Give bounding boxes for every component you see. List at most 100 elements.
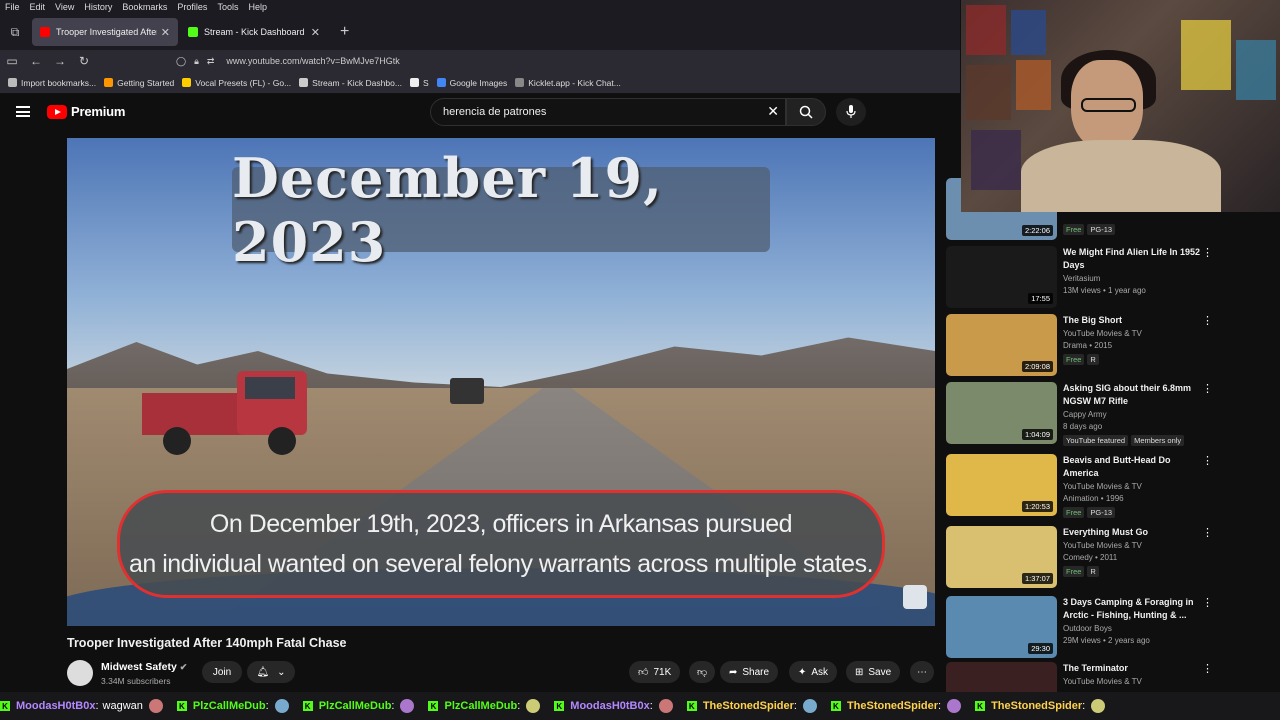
more-options-icon[interactable]: ⋮ <box>1202 314 1213 327</box>
channel-name[interactable]: Midwest Safety ✔ <box>101 661 187 673</box>
youtube-logo[interactable]: Premium <box>47 104 125 119</box>
chevron-down-icon: ⌄ <box>277 666 286 678</box>
recommendation-meta: Animation • 1996 <box>1063 494 1124 503</box>
bookmark-label: Import bookmarks... <box>21 77 97 88</box>
tab-list-icon[interactable]: ⧉ <box>2 19 28 45</box>
recommendation-title[interactable]: We Might Find Alien Life In 1952 Days <box>1063 246 1203 272</box>
more-options-icon[interactable]: ⋮ <box>1202 662 1213 675</box>
duration-badge: 1:20:53 <box>1021 501 1053 512</box>
menu-item[interactable]: Bookmarks <box>117 2 172 12</box>
recommendation-item[interactable]: 1:04:09 Asking SIG about their 6.8mm NGSW… <box>946 382 1226 446</box>
more-options-icon[interactable]: ⋮ <box>1202 526 1213 539</box>
recommendation-item[interactable]: 2:09:08 The Big Short YouTube Movies & TV D… <box>946 314 1226 378</box>
new-tab-icon[interactable]: + <box>330 23 359 41</box>
recommendation-item[interactable]: 29:30 3 Days Camping & Foraging in Arctic… <box>946 596 1226 660</box>
recommendation-channel[interactable]: Outdoor Boys <box>1063 624 1112 633</box>
bookmark-icon <box>182 78 192 87</box>
tab-youtube[interactable]: Trooper Investigated After 140mph ✕ <box>32 18 178 46</box>
bookmark-item[interactable]: Vocal Presets (FL) - Go... <box>182 78 291 88</box>
like-button[interactable]: 👍︎ 71K <box>629 661 681 683</box>
menu-item[interactable]: Help <box>243 2 272 12</box>
recommendation-channel[interactable]: Cappy Army <box>1063 410 1107 419</box>
tab-kick[interactable]: Stream - Kick Dashboard ✕ <box>180 18 328 46</box>
video-thumbnail[interactable]: 2:09:08 <box>946 314 1057 376</box>
bookmark-icon <box>8 78 17 87</box>
video-player[interactable]: December 19, 2023 On December 19th, 2023… <box>67 138 935 626</box>
menu-item[interactable]: View <box>50 2 79 12</box>
tab-close-icon[interactable]: ✕ <box>311 26 320 39</box>
video-thumbnail[interactable]: 1:20:53 <box>946 454 1057 516</box>
recommendation-item[interactable]: 1:20:53 Beavis and Butt-Head Do America Yo… <box>946 454 1226 518</box>
chat-separator: : <box>517 700 521 712</box>
recommendation-title[interactable]: The Terminator <box>1063 662 1203 675</box>
more-options-icon[interactable]: ⋮ <box>1202 382 1213 395</box>
recommendation-item[interactable]: 17:55 We Might Find Alien Life In 1952 Da… <box>946 246 1226 310</box>
shield-icon: ◯ <box>176 55 187 66</box>
reload-icon[interactable]: ↻ <box>72 54 96 68</box>
emote-icon <box>947 699 962 713</box>
join-button[interactable]: Join <box>202 661 242 683</box>
chat-username: TheStonedSpider <box>846 700 938 712</box>
share-button[interactable]: ➦ Share <box>720 661 779 683</box>
recommendation-title[interactable]: Beavis and Butt-Head Do America <box>1063 454 1203 480</box>
recommendation-channel[interactable]: YouTube Movies & TV <box>1063 482 1142 491</box>
sidebar-toggle-icon[interactable]: ▭ <box>0 54 24 68</box>
menu-item[interactable]: History <box>79 2 117 12</box>
duration-badge: 29:30 <box>1028 643 1053 654</box>
recommendation-title[interactable]: Everything Must Go <box>1063 526 1203 539</box>
bookmark-item[interactable]: S <box>409 78 429 88</box>
bookmark-item[interactable]: Kicklet.app - Kick Chat... <box>515 78 621 88</box>
bookmark-item[interactable]: Stream - Kick Dashbo... <box>299 78 402 88</box>
more-actions-button[interactable]: ⋯ <box>910 661 934 683</box>
emote-icon <box>658 699 673 713</box>
recommendation-channel[interactable]: YouTube Movies & TV <box>1063 541 1142 550</box>
forward-icon[interactable]: → <box>48 54 72 68</box>
tab-title: Stream - Kick Dashboard <box>204 27 305 37</box>
video-thumbnail[interactable]: 1:37:07 <box>946 526 1057 588</box>
kick-badge-icon: K <box>830 701 841 711</box>
bookmark-item[interactable]: Google Images <box>436 78 507 88</box>
chat-message: K PlzCallMeDub : <box>302 699 415 713</box>
channel-avatar[interactable] <box>67 660 93 686</box>
clear-search-icon[interactable]: ✕ <box>767 103 779 120</box>
back-icon[interactable]: ← <box>24 54 48 68</box>
save-button[interactable]: ⊞ Save <box>846 661 901 683</box>
duration-badge: 1:37:07 <box>1021 573 1053 584</box>
menu-item[interactable]: Profiles <box>172 2 212 12</box>
tag-badge: PG-13 <box>1087 507 1116 518</box>
video-thumbnail[interactable]: 1:04:09 <box>946 382 1057 444</box>
menu-item[interactable]: File <box>0 2 25 12</box>
recommendation-tags: Free R <box>1063 566 1099 577</box>
recommendation-channel[interactable]: YouTube Movies & TV <box>1063 329 1142 338</box>
tab-close-icon[interactable]: ✕ <box>161 26 170 39</box>
recommendation-title[interactable]: 3 Days Camping & Foraging in Arctic - Fi… <box>1063 596 1203 622</box>
search-input[interactable]: herencia de patrones ✕ <box>430 98 786 126</box>
menu-icon[interactable] <box>16 106 30 117</box>
menu-item[interactable]: Edit <box>25 2 51 12</box>
dislike-button[interactable]: 👎︎ <box>689 661 716 683</box>
recommendation-title[interactable]: The Big Short <box>1063 314 1203 327</box>
subscriber-count: 3.34M subscribers <box>101 676 171 686</box>
chat-message: K TheStonedSpider : <box>686 699 817 713</box>
recommendation-channel[interactable]: YouTube Movies & TV <box>1063 677 1142 686</box>
bookmark-item[interactable]: Getting Started <box>104 78 174 88</box>
more-options-icon[interactable]: ⋮ <box>1202 596 1213 609</box>
voice-search-button[interactable] <box>836 98 866 126</box>
bookmark-item[interactable]: Import bookmarks... <box>8 78 96 88</box>
thumbs-up-icon: 👍︎ <box>638 667 649 678</box>
menu-item[interactable]: Tools <box>212 2 243 12</box>
video-thumbnail[interactable]: 17:55 <box>946 246 1057 308</box>
more-options-icon[interactable]: ⋮ <box>1202 454 1213 467</box>
bell-icon: 🔔︎ <box>256 666 270 678</box>
recommendation-item[interactable]: 1:37:07 Everything Must Go YouTube Movies … <box>946 526 1226 590</box>
recommendation-title[interactable]: Asking SIG about their 6.8mm NGSW M7 Rif… <box>1063 382 1203 408</box>
ask-button[interactable]: ✦ Ask <box>789 661 838 683</box>
recommendation-channel[interactable]: Veritasium <box>1063 274 1100 283</box>
more-options-icon[interactable]: ⋮ <box>1202 246 1213 259</box>
search-button[interactable] <box>786 98 826 126</box>
tag-badge: Free <box>1063 224 1085 235</box>
notifications-button[interactable]: 🔔︎ ⌄ <box>247 661 295 683</box>
video-thumbnail[interactable]: 29:30 <box>946 596 1057 658</box>
url-bar[interactable]: ◯ 🔒︎ ⇄ www.youtube.com/watch?v=BwMJve7HG… <box>176 56 400 67</box>
ask-label: Ask <box>811 666 829 678</box>
